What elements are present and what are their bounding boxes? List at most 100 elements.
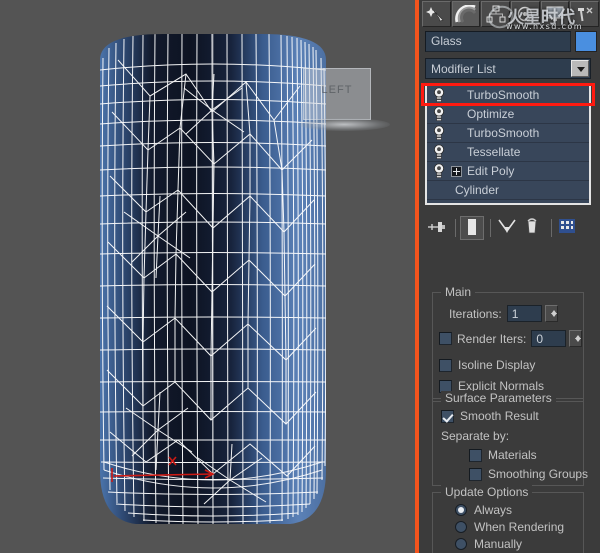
- modifier-list-label: Modifier List: [431, 62, 496, 76]
- stack-item-label: TurboSmooth: [467, 88, 540, 102]
- chevron-down-icon[interactable]: [571, 60, 589, 77]
- stack-item-label: Tessellate: [467, 145, 521, 159]
- manually-radio[interactable]: [455, 538, 467, 550]
- app-root: LEFT 火星时代 www.hxsd.com Glass Modifier Li…: [0, 0, 600, 553]
- stack-item-optimize[interactable]: Optimize: [427, 105, 589, 124]
- group-main-title: Main: [441, 285, 476, 299]
- group-main: Main Iterations: 1 Render Iters: 0 Isoli…: [432, 285, 584, 402]
- lightbulb-icon: [434, 163, 444, 178]
- stack-item-turbosmooth[interactable]: TurboSmooth: [427, 124, 589, 143]
- when-rendering-radio[interactable]: [455, 521, 467, 533]
- always-radio[interactable]: [455, 504, 467, 516]
- viewcube-shadow: [298, 118, 390, 131]
- separate-by-label-row: Separate by:: [441, 429, 509, 443]
- group-surface-parameters: Surface Parameters Smooth Result Separat…: [432, 391, 588, 486]
- field-when-rendering: When Rendering: [455, 520, 564, 534]
- modify-tab[interactable]: [451, 1, 481, 27]
- iterations-input[interactable]: 1: [506, 305, 542, 322]
- make-unique-button[interactable]: [495, 216, 519, 240]
- iterations-label: Iterations:: [449, 306, 502, 321]
- group-update-options: Update Options Always When Rendering Man…: [432, 485, 584, 553]
- smoothing-groups-label: Smoothing Groups: [488, 467, 589, 481]
- show-end-result-button[interactable]: [460, 216, 484, 240]
- object-name-row: Glass: [425, 31, 597, 53]
- modifier-list-dropdown[interactable]: Modifier List: [425, 58, 591, 79]
- isoline-display-checkbox[interactable]: [439, 358, 452, 372]
- trash-icon: [527, 218, 537, 234]
- rainbow-arc-icon: [455, 5, 477, 23]
- manually-label: Manually: [474, 537, 523, 551]
- stack-empty-row: [427, 200, 589, 203]
- hierarchy-icon: [486, 5, 506, 23]
- render-iters-spinner[interactable]: [569, 330, 583, 347]
- viewport[interactable]: LEFT: [0, 0, 415, 553]
- pin-stack-button[interactable]: [425, 216, 449, 240]
- modifier-stack-toolbar: [425, 215, 591, 241]
- lightbulb-icon: [434, 87, 444, 102]
- isoline-display-label: Isoline Display: [458, 358, 536, 372]
- star-arrow-icon: [426, 7, 444, 22]
- separate-by-label: Separate by:: [441, 429, 510, 443]
- motion-tab[interactable]: [511, 1, 540, 27]
- pin-icon: [428, 222, 445, 232]
- lightbulb-icon[interactable]: [427, 105, 451, 124]
- render-iters-checkbox[interactable]: [439, 332, 452, 345]
- toolbar-separator: [455, 219, 456, 237]
- render-iters-label: Render Iters:: [457, 331, 527, 346]
- viewcube-label: LEFT: [321, 84, 353, 96]
- lightbulb-icon[interactable]: [427, 86, 451, 105]
- object-color-swatch[interactable]: [575, 31, 597, 52]
- stack-item-label: Cylinder: [455, 183, 500, 197]
- smoothing-groups-checkbox[interactable]: [469, 467, 482, 481]
- i-beam-icon: [468, 219, 476, 235]
- display-tab[interactable]: [540, 1, 570, 27]
- lightbulb-icon[interactable]: [427, 143, 451, 162]
- stack-item-edit-poly[interactable]: Edit Poly: [427, 162, 589, 181]
- materials-checkbox[interactable]: [469, 448, 482, 462]
- grid-icon: [559, 219, 575, 233]
- stack-item-label: Optimize: [467, 107, 515, 121]
- modifier-stack[interactable]: TurboSmooth Optimize TurboSmooth Tessellate…: [425, 84, 591, 205]
- lightbulb-icon: [434, 106, 444, 121]
- field-render-iters: Render Iters: 0: [439, 330, 583, 347]
- stack-item-label: Edit Poly: [467, 164, 515, 178]
- lightbulb-icon[interactable]: [427, 124, 451, 143]
- lightbulb-icon: [434, 144, 444, 159]
- toolbar-separator: [490, 219, 491, 237]
- command-panel-tabs: [422, 1, 600, 28]
- utilities-tab[interactable]: [570, 1, 600, 27]
- monitor-icon: [546, 6, 564, 21]
- wheel-icon: [518, 6, 533, 22]
- always-label: Always: [474, 503, 513, 517]
- expand-plus-icon[interactable]: [451, 165, 462, 177]
- stack-item-tessellate[interactable]: Tessellate: [427, 143, 589, 162]
- configure-modifier-sets-button[interactable]: [556, 216, 580, 240]
- group-update-title: Update Options: [441, 485, 533, 499]
- object-name-field[interactable]: Glass: [425, 31, 571, 52]
- render-iters-input[interactable]: 0: [531, 330, 567, 347]
- when-rendering-label: When Rendering: [474, 520, 565, 534]
- field-materials: Materials: [469, 448, 537, 462]
- smooth-result-label: Smooth Result: [460, 409, 539, 423]
- hierarchy-tab[interactable]: [481, 1, 511, 27]
- field-manually: Manually: [455, 537, 522, 551]
- lightbulb-icon: [434, 125, 444, 140]
- stack-item-label: TurboSmooth: [467, 126, 540, 140]
- stack-item-cylinder[interactable]: Cylinder: [427, 181, 589, 200]
- field-iterations: Iterations: 1: [449, 305, 558, 322]
- field-always: Always: [455, 503, 512, 517]
- stack-item-turbosmooth[interactable]: TurboSmooth: [427, 86, 589, 105]
- lightbulb-icon[interactable]: [427, 162, 451, 181]
- iterations-spinner[interactable]: [544, 305, 558, 322]
- create-tab[interactable]: [422, 1, 451, 27]
- group-surface-title: Surface Parameters: [441, 391, 556, 405]
- materials-label: Materials: [488, 448, 537, 462]
- v-arrow-icon: [498, 219, 516, 233]
- field-smooth-result: Smooth Result: [441, 409, 539, 423]
- field-isoline-display: Isoline Display: [439, 358, 535, 372]
- field-smoothing-groups: Smoothing Groups: [469, 467, 588, 481]
- toolbar-separator: [551, 219, 552, 237]
- remove-modifier-button[interactable]: [521, 216, 545, 240]
- smooth-result-checkbox[interactable]: [441, 409, 454, 423]
- viewcube[interactable]: LEFT: [298, 68, 390, 131]
